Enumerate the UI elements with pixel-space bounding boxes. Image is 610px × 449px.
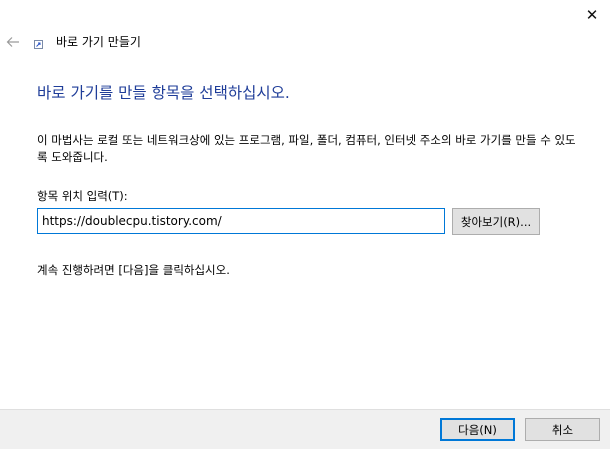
close-icon: ✕ (585, 6, 599, 24)
shortcut-icon (34, 40, 43, 49)
back-button[interactable] (2, 32, 24, 52)
description-text: 이 마법사는 로컬 또는 네트워크상에 있는 프로그램, 파일, 폴더, 컴퓨터… (37, 133, 576, 164)
button-bar (0, 409, 610, 449)
back-arrow-icon (6, 37, 19, 47)
page-heading: 바로 가기를 만들 항목을 선택하십시오. (37, 84, 290, 102)
location-label: 항목 위치 입력(T): (37, 189, 128, 203)
instruction-text: 계속 진행하려면 [다음]을 클릭하십시오. (37, 263, 230, 277)
cancel-button[interactable]: 취소 (525, 418, 600, 441)
close-button[interactable]: ✕ (574, 0, 610, 30)
dialog-title: 바로 가기 만들기 (56, 35, 141, 49)
browse-button[interactable]: 찾아보기(R)... (452, 208, 540, 235)
location-input[interactable] (37, 208, 445, 234)
next-button[interactable]: 다음(N) (440, 418, 515, 441)
